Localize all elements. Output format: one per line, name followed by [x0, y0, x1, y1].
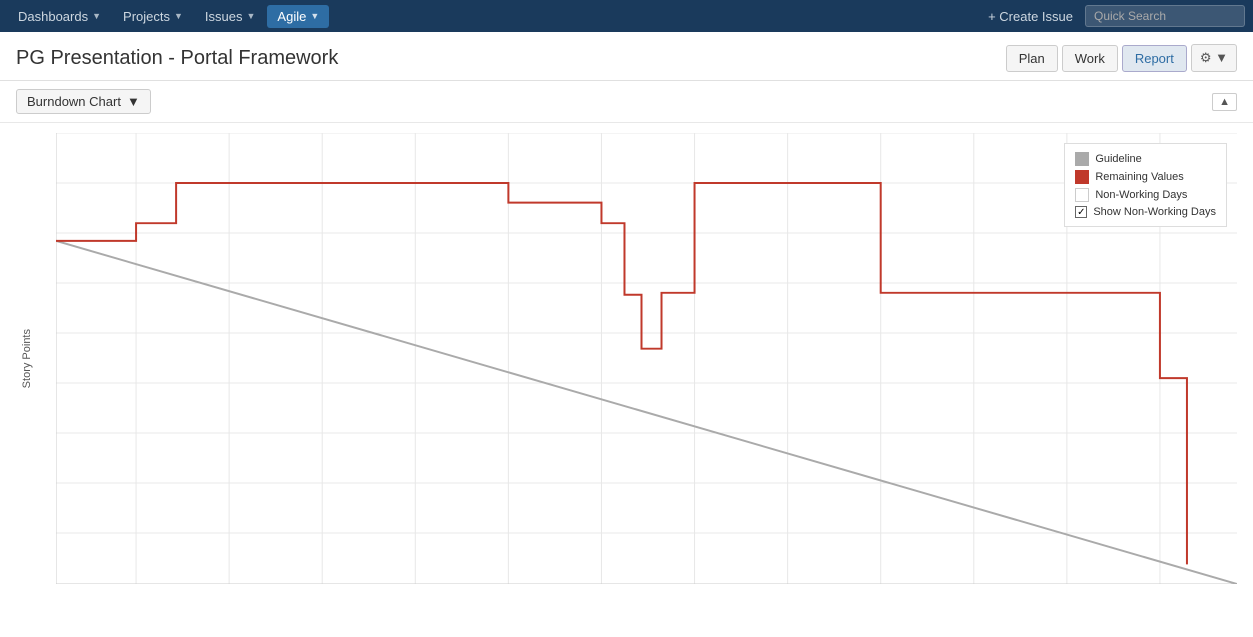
remaining-label: Remaining Values	[1095, 171, 1183, 183]
legend-show-nonworking[interactable]: ✓ Show Non-Working Days	[1075, 206, 1216, 218]
nav-issues[interactable]: Issues ▼	[195, 5, 266, 28]
guideline-color-swatch	[1075, 152, 1089, 166]
chart-wrapper: Story Points	[16, 133, 1237, 614]
show-nonworking-label: Show Non-Working Days	[1093, 206, 1216, 218]
nav-projects-arrow: ▼	[174, 11, 183, 21]
nav-projects[interactable]: Projects ▼	[113, 5, 193, 28]
legend-nonworking: Non-Working Days	[1075, 188, 1216, 202]
chart-container: Story Points	[0, 123, 1253, 624]
top-navigation: Dashboards ▼ Projects ▼ Issues ▼ Agile ▼…	[0, 0, 1253, 32]
nonworking-color-swatch	[1075, 188, 1089, 202]
nav-projects-label: Projects	[123, 9, 170, 24]
show-nonworking-checkbox[interactable]: ✓	[1075, 206, 1087, 218]
toolbar-row: Burndown Chart ▼ ▲	[0, 81, 1253, 123]
burndown-chart-svg: 45 40 35 30 25 20 15 10 5 0 Jul 19 Jul 2…	[56, 133, 1237, 584]
collapse-button[interactable]: ▲	[1212, 93, 1237, 111]
chart-type-label: Burndown Chart	[27, 94, 121, 109]
nonworking-label: Non-Working Days	[1095, 189, 1187, 201]
create-issue-button[interactable]: + Create Issue	[978, 5, 1083, 28]
settings-button[interactable]: ⚙ ▼	[1191, 44, 1237, 72]
nav-dashboards-arrow: ▼	[92, 11, 101, 21]
guideline-label: Guideline	[1095, 153, 1141, 165]
nav-issues-label: Issues	[205, 9, 243, 24]
nav-agile-arrow: ▼	[310, 11, 319, 21]
plan-button[interactable]: Plan	[1006, 45, 1058, 72]
nav-dashboards[interactable]: Dashboards ▼	[8, 5, 111, 28]
report-button[interactable]: Report	[1122, 45, 1187, 72]
legend-guideline: Guideline	[1075, 152, 1216, 166]
remaining-color-swatch	[1075, 170, 1089, 184]
header-actions: Plan Work Report ⚙ ▼	[1006, 44, 1237, 72]
quick-search-input[interactable]	[1085, 5, 1245, 27]
nav-agile[interactable]: Agile ▼	[267, 5, 329, 28]
chart-dropdown-arrow: ▼	[127, 94, 140, 109]
page-header: PG Presentation - Portal Framework Plan …	[0, 32, 1253, 81]
chart-type-dropdown[interactable]: Burndown Chart ▼	[16, 89, 151, 114]
chart-legend: Guideline Remaining Values Non-Working D…	[1064, 143, 1227, 227]
page-title: PG Presentation - Portal Framework	[16, 47, 338, 70]
work-button[interactable]: Work	[1062, 45, 1118, 72]
nav-agile-label: Agile	[277, 9, 306, 24]
nav-dashboards-label: Dashboards	[18, 9, 88, 24]
nav-issues-arrow: ▼	[247, 11, 256, 21]
legend-remaining: Remaining Values	[1075, 170, 1216, 184]
y-axis-label: Story Points	[21, 329, 33, 388]
